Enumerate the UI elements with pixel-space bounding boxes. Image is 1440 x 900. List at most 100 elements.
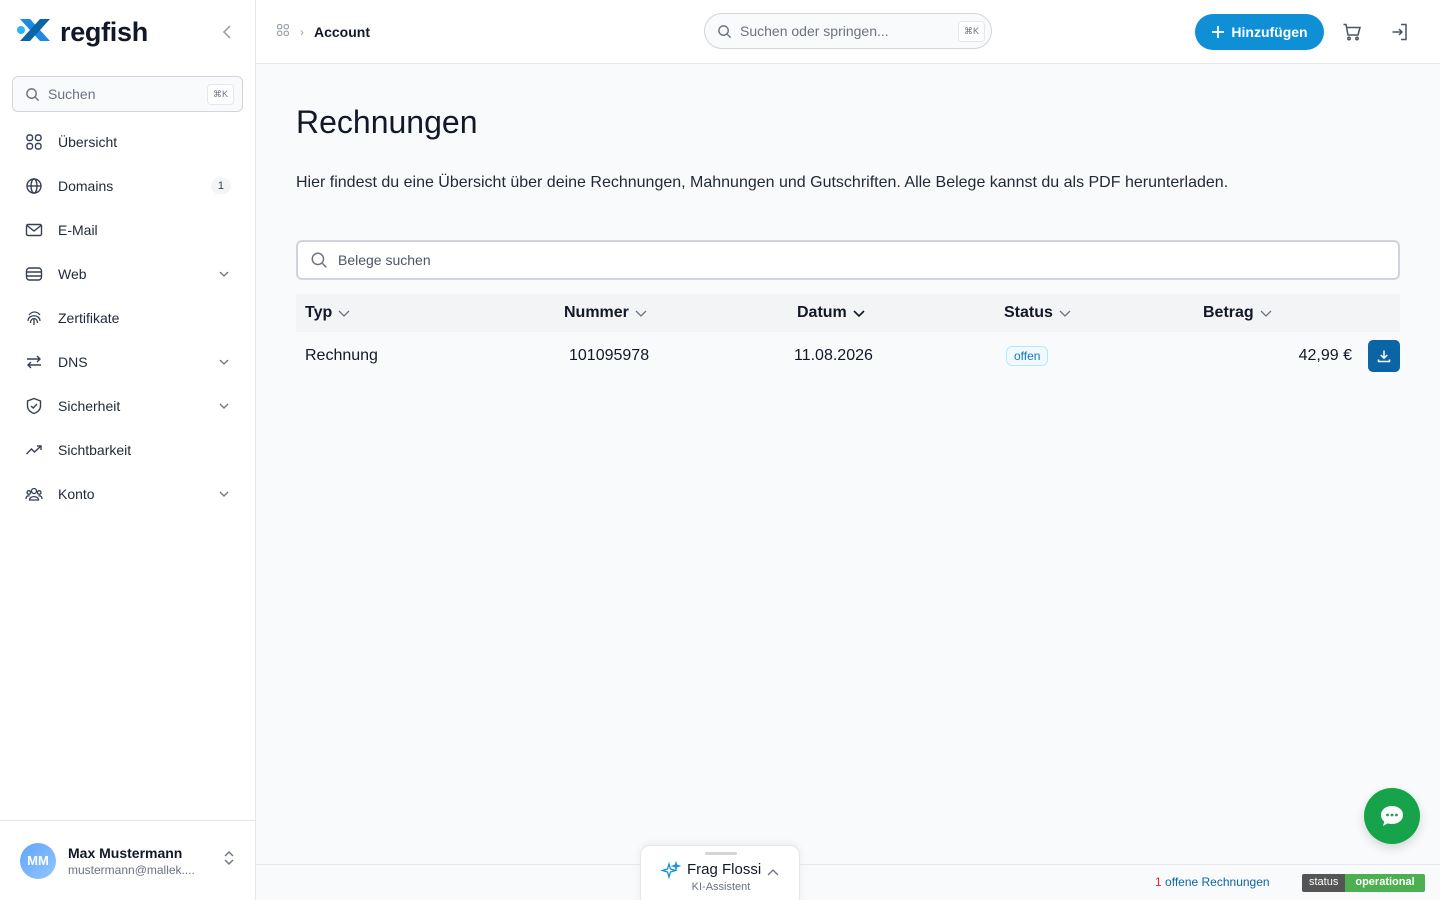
status-badge-value: operational <box>1345 874 1425 892</box>
cell-betrag: 42,99 € <box>1298 347 1352 364</box>
users-icon <box>24 484 44 504</box>
column-header-datum[interactable]: Datum <box>797 304 1004 322</box>
sidebar-item-email[interactable]: E-Mail <box>0 208 255 252</box>
grid-icon[interactable] <box>276 23 290 40</box>
search-icon <box>26 87 40 101</box>
chevron-down-icon <box>217 399 231 413</box>
user-name: Max Mustermann <box>68 844 183 861</box>
shield-check-icon <box>24 396 44 416</box>
column-header-typ[interactable]: Typ <box>296 304 564 322</box>
globe-icon <box>24 176 44 196</box>
add-button[interactable]: Hinzufügen <box>1195 14 1324 50</box>
arrows-exchange-icon <box>24 352 44 372</box>
chevron-up-icon <box>767 863 779 881</box>
status-badge-label: status <box>1302 874 1346 892</box>
avatar: MM <box>20 842 56 879</box>
chevron-down-icon <box>853 304 865 322</box>
chat-bubble-icon <box>1381 806 1403 826</box>
chevron-left-icon <box>222 25 231 39</box>
sidebar-item-konto[interactable]: Konto <box>0 472 255 516</box>
column-label: Nummer <box>564 304 629 321</box>
chevron-down-icon <box>1260 304 1272 322</box>
logout-icon[interactable] <box>1388 20 1412 44</box>
sidebar-item-sichtbarkeit[interactable]: Sichtbarkeit <box>0 428 255 472</box>
column-label: Typ <box>305 304 333 321</box>
table-row: Rechnung 101095978 11.08.2026 offen 42,9… <box>296 332 1400 380</box>
cell-datum: 11.08.2026 <box>794 347 873 364</box>
shortcut-hint: ⌘K <box>206 83 234 105</box>
sidebar-item-uebersicht[interactable]: Übersicht <box>0 120 255 164</box>
chat-button[interactable] <box>1364 788 1420 844</box>
sidebar-item-label: Web <box>58 266 87 282</box>
domains-count-badge: 1 <box>210 178 231 194</box>
brand-logo[interactable]: regfish <box>16 15 148 50</box>
brand-header: regfish <box>0 0 255 64</box>
sidebar-nav: Übersicht Domains 1 E-Mail Web Zertifika… <box>0 120 255 516</box>
sidebar-item-label: E-Mail <box>58 222 98 238</box>
chevron-down-icon <box>1059 304 1071 322</box>
sidebar-search-input[interactable]: Suchen ⌘K <box>12 76 243 112</box>
open-invoices-link[interactable]: 1 offene Rechnungen <box>1155 875 1270 889</box>
brand-name: regfish <box>60 16 148 47</box>
main-content: Rechnungen Hier findest du eine Übersich… <box>256 64 1440 864</box>
chevron-right-icon: › <box>300 24 304 39</box>
download-pdf-button[interactable] <box>1368 340 1400 372</box>
assistant-subtitle: KI-Assistent <box>691 881 751 893</box>
user-email: mustermann@mallek.... <box>68 862 195 877</box>
column-header-status[interactable]: Status <box>1004 304 1203 322</box>
system-status-badge[interactable]: status operational <box>1302 874 1425 892</box>
sidebar: regfish Suchen ⌘K Übersicht Domains 1 E-… <box>0 0 256 900</box>
ai-assistant-panel-toggle[interactable]: Frag Flossi KI-Assistent <box>640 845 800 900</box>
drag-handle[interactable] <box>705 852 737 855</box>
sidebar-item-domains[interactable]: Domains 1 <box>0 164 255 208</box>
download-icon <box>1377 350 1391 363</box>
search-icon <box>718 24 732 38</box>
fingerprint-icon <box>24 308 44 328</box>
open-invoices-count: 1 <box>1155 875 1162 889</box>
sidebar-search-placeholder: Suchen <box>48 86 96 102</box>
cell-actions <box>1352 340 1400 372</box>
sidebar-item-sicherheit[interactable]: Sicherheit <box>0 384 255 428</box>
sidebar-item-dns[interactable]: DNS <box>0 340 255 384</box>
sidebar-item-label: Übersicht <box>58 134 118 150</box>
sidebar-item-label: Sicherheit <box>58 398 121 414</box>
chevron-down-icon <box>635 304 647 322</box>
global-search-input[interactable]: Suchen oder springen... ⌘K <box>704 13 992 49</box>
sidebar-item-label: Zertifikate <box>58 310 120 326</box>
mail-icon <box>24 220 44 240</box>
page-description: Hier findest du eine Übersicht über dein… <box>296 174 1229 191</box>
shortcut-hint: ⌘K <box>957 20 985 42</box>
invoice-search-input[interactable]: Belege suchen <box>296 240 1400 280</box>
regfish-logo-icon <box>16 15 54 50</box>
search-icon <box>311 252 327 268</box>
breadcrumb-current[interactable]: Account <box>314 24 370 40</box>
cell-typ: Rechnung <box>305 347 378 364</box>
chevron-down-icon <box>217 487 231 501</box>
column-label: Betrag <box>1203 304 1254 321</box>
assistant-title: Frag Flossi <box>687 861 762 878</box>
cell-status: offen <box>1006 346 1236 366</box>
column-header-betrag[interactable]: Betrag <box>1203 304 1353 322</box>
add-button-label: Hinzufügen <box>1231 24 1308 40</box>
chevron-up-down-icon <box>223 849 235 872</box>
trending-up-icon <box>24 440 44 460</box>
invoice-search-placeholder: Belege suchen <box>338 252 431 268</box>
sidebar-item-label: Konto <box>58 486 95 502</box>
breadcrumb: › Account <box>276 23 370 40</box>
sidebar-item-zertifikate[interactable]: Zertifikate <box>0 296 255 340</box>
invoice-table: Typ Nummer Datum Status Betrag Rechnung <box>296 294 1400 380</box>
grid-icon <box>24 132 44 152</box>
user-menu[interactable]: MM Max Mustermann mustermann@mallek.... <box>0 820 255 900</box>
column-label: Datum <box>797 304 847 321</box>
sidebar-item-web[interactable]: Web <box>0 252 255 296</box>
open-invoices-label: offene Rechnungen <box>1165 875 1270 889</box>
cart-icon[interactable] <box>1340 20 1364 44</box>
user-info: Max Mustermann mustermann@mallek.... <box>68 845 195 877</box>
status-badge: offen <box>1006 346 1049 366</box>
footer: 1 offene Rechnungen status operational <box>256 864 1440 900</box>
column-label: Status <box>1004 304 1053 321</box>
top-bar: › Account Suchen oder springen... ⌘K Hin… <box>256 0 1440 64</box>
collapse-sidebar-button[interactable] <box>215 20 239 44</box>
column-header-nummer[interactable]: Nummer <box>564 304 797 322</box>
chevron-down-icon <box>217 267 231 281</box>
